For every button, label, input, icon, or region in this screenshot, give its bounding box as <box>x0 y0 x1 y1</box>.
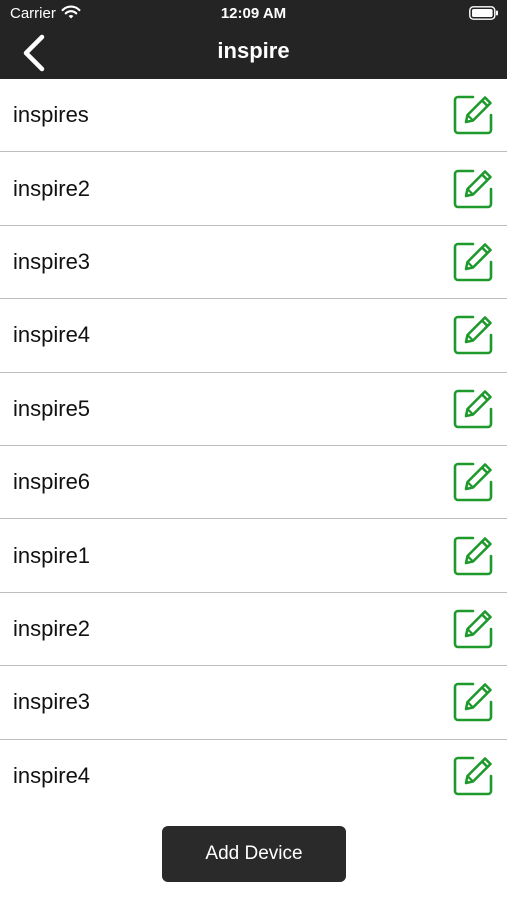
device-label: inspire4 <box>13 322 91 348</box>
device-label: inspires <box>13 102 89 128</box>
device-row[interactable]: inspire6 <box>0 446 507 520</box>
device-label: inspire2 <box>13 175 91 201</box>
edit-icon[interactable] <box>451 680 495 724</box>
device-row[interactable]: inspire3 <box>0 666 507 740</box>
status-bar: Carrier 12:09 AM <box>0 0 507 28</box>
device-label: inspire6 <box>13 469 91 495</box>
battery-icon <box>469 6 498 20</box>
device-row[interactable]: inspire2 <box>0 593 507 667</box>
add-device-button[interactable]: Add Device <box>162 826 346 882</box>
edit-icon[interactable] <box>451 534 495 578</box>
edit-icon[interactable] <box>451 93 495 137</box>
device-row[interactable]: inspire1 <box>0 519 507 593</box>
edit-icon[interactable] <box>451 460 495 504</box>
edit-icon[interactable] <box>451 387 495 431</box>
device-label: inspire3 <box>13 248 91 274</box>
page-title: inspire <box>217 38 290 63</box>
edit-icon[interactable] <box>451 754 495 798</box>
device-list: inspires inspire2 inspire3 inspire4 insp… <box>0 79 507 813</box>
edit-icon[interactable] <box>451 167 495 211</box>
edit-icon[interactable] <box>451 607 495 651</box>
device-row[interactable]: inspire2 <box>0 152 507 226</box>
edit-icon[interactable] <box>451 240 495 284</box>
device-row[interactable]: inspire5 <box>0 373 507 446</box>
device-label: inspire1 <box>13 542 91 568</box>
edit-icon[interactable] <box>451 313 495 357</box>
top-bar: Carrier 12:09 AM inspire <box>0 0 507 79</box>
status-time: 12:09 AM <box>220 5 287 22</box>
device-row[interactable]: inspire4 <box>0 299 507 373</box>
device-row[interactable]: inspire3 <box>0 226 507 300</box>
device-label: inspire2 <box>13 615 91 641</box>
device-label: inspire3 <box>13 689 91 715</box>
device-label: inspire5 <box>13 395 91 421</box>
device-row[interactable]: inspires <box>0 79 507 153</box>
device-row[interactable]: inspire4 <box>0 740 507 813</box>
device-label: inspire4 <box>13 763 91 789</box>
